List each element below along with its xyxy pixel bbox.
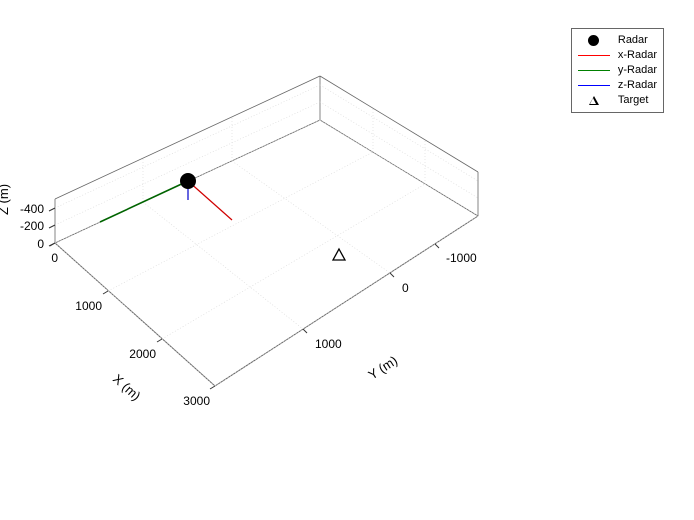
line-icon	[578, 64, 610, 78]
legend-item-z-radar: z-Radar	[578, 78, 657, 93]
legend-item-x-radar: x-Radar	[578, 48, 657, 63]
radar-marker	[181, 174, 196, 189]
legend-item-y-radar: y-Radar	[578, 63, 657, 78]
legend-label: Radar	[614, 33, 648, 48]
z-axis-label: Z (m)	[0, 184, 11, 215]
open-triangle-icon	[578, 94, 610, 108]
x-tick-3: 3000	[183, 394, 210, 408]
legend-label: Target	[614, 93, 649, 108]
legend-label: x-Radar	[614, 48, 657, 63]
figure-3d: 0 1000 2000 3000 1000 0 -1000 0 -200 -40…	[0, 0, 694, 520]
legend-item-target: Target	[578, 93, 657, 108]
legend-label: z-Radar	[614, 78, 657, 93]
line-icon	[578, 79, 610, 93]
x-tick-2: 2000	[129, 347, 156, 361]
legend: Radar x-Radar y-Radar z-Radar Target	[571, 28, 664, 113]
z-tick-1: -200	[20, 219, 44, 233]
y-tick-0: 1000	[315, 337, 342, 351]
legend-label: y-Radar	[614, 63, 657, 78]
filled-circle-icon	[578, 34, 610, 48]
y-tick-1: 0	[402, 281, 409, 295]
z-tick-2: -400	[20, 202, 44, 216]
z-tick-0: 0	[37, 237, 44, 251]
line-icon	[578, 49, 610, 63]
legend-item-radar: Radar	[578, 33, 657, 48]
y-tick-2: -1000	[446, 251, 477, 265]
x-tick-1: 1000	[75, 299, 102, 313]
x-tick-0: 0	[51, 251, 58, 265]
